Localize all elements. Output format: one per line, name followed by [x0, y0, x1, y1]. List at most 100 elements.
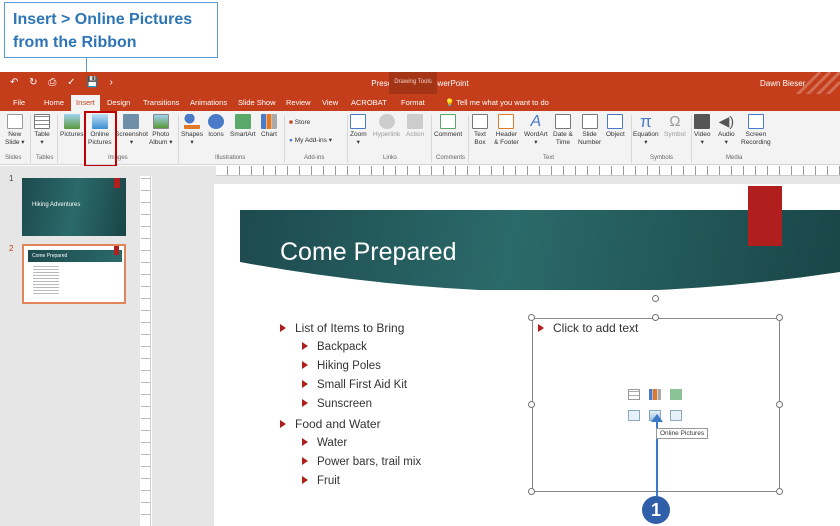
tab-transitions[interactable]: Transitions	[143, 98, 179, 107]
screenshot-button[interactable]: Screenshot ▾	[115, 114, 148, 147]
tab-view[interactable]: View	[322, 98, 338, 107]
store-button[interactable]: ■ Store	[289, 119, 310, 127]
title-bar: ↶ ↻ ⎙ ✓ 💾 › Presentation5 - PowerPoint D…	[0, 72, 840, 112]
tab-slide-show[interactable]: Slide Show	[238, 98, 276, 107]
bullet-item: Sunscreen	[302, 398, 372, 410]
insert-smartart-icon[interactable]	[670, 389, 682, 400]
bullet-item: Water	[302, 437, 347, 449]
film-icon	[694, 114, 711, 129]
group-addins: Add-ins	[304, 155, 325, 161]
slide-number-button[interactable]: Slide Number	[578, 114, 601, 147]
bullet-arrow-icon	[302, 399, 308, 407]
my-addins-button[interactable]: ● My Add-ins ▾	[289, 137, 332, 145]
equation-button[interactable]: π Equation ▾	[633, 112, 659, 147]
wordart-icon: A	[530, 113, 542, 130]
bullet-item: Backpack	[302, 341, 367, 353]
group-links: Links	[383, 155, 398, 161]
date-time-button[interactable]: Date & Time	[553, 114, 573, 147]
icons-button[interactable]: Icons	[208, 114, 224, 139]
pi-icon: π	[639, 112, 652, 131]
vertical-ruler	[141, 176, 151, 526]
bullet-arrow-icon	[302, 476, 308, 484]
bullet-item: Small First Aid Kit	[302, 379, 407, 391]
zoom-icon	[350, 114, 367, 129]
tell-me-search[interactable]: 💡 Tell me what you want to do	[445, 98, 549, 107]
action-button[interactable]: Action	[406, 114, 424, 139]
header-footer-button[interactable]: Header & Footer	[494, 114, 519, 147]
slide-thumbnail-2[interactable]: Come Prepared	[22, 244, 126, 304]
tab-file[interactable]: File	[13, 98, 25, 107]
resize-handle[interactable]	[776, 314, 783, 321]
insert-table-icon[interactable]	[628, 389, 640, 400]
table-button[interactable]: Table ▾	[34, 114, 50, 147]
smartart-button[interactable]: SmartArt	[230, 114, 256, 139]
star-icon	[407, 114, 424, 129]
omega-icon: Ω	[669, 113, 681, 130]
horizontal-ruler	[216, 166, 840, 176]
tab-home[interactable]: Home	[44, 98, 64, 107]
wordart-button[interactable]: A WordArt ▾	[524, 114, 548, 147]
new-slide-button[interactable]: New Slide ▾	[5, 114, 25, 147]
bullet-arrow-icon	[302, 361, 308, 369]
resize-handle[interactable]	[528, 401, 535, 408]
instruction-callout: Insert > Online Pictures from the Ribbon	[4, 2, 218, 58]
slide-thumbnail-pane: 1 Hiking Adventures 2 Come Prepared	[0, 166, 140, 526]
bullet-item: List of Items to Bring	[280, 321, 404, 335]
insert-video-icon[interactable]	[670, 410, 682, 421]
audio-button[interactable]: ◀) Audio ▾	[718, 114, 735, 147]
tell-me-label: Tell me what you want to do	[456, 98, 549, 107]
object-button[interactable]: Object	[606, 114, 625, 139]
slide-thumbnail-1[interactable]: Hiking Adventures	[22, 178, 126, 236]
thumbnail-title-1: Hiking Adventures	[32, 202, 81, 208]
hyperlink-button[interactable]: Hyperlink	[373, 114, 400, 139]
pictures-icon	[63, 114, 80, 129]
symbol-button[interactable]: Ω Symbol	[664, 114, 686, 139]
resize-handle[interactable]	[776, 401, 783, 408]
tab-review[interactable]: Review	[286, 98, 311, 107]
online-pictures-highlight	[84, 111, 117, 167]
bullet-item: Fruit	[302, 475, 340, 487]
online-pictures-tooltip: Online Pictures	[656, 428, 709, 439]
calendar-icon	[554, 114, 571, 129]
object-icon	[607, 114, 624, 129]
rotate-handle[interactable]	[652, 295, 659, 302]
screen-recording-icon	[747, 114, 764, 129]
thumbnail-number-2: 2	[9, 244, 14, 253]
chart-button[interactable]: Chart	[261, 114, 277, 139]
tab-format[interactable]: Format	[401, 98, 425, 107]
bullet-arrow-icon	[538, 324, 544, 332]
shapes-button[interactable]: Shapes ▾	[181, 114, 203, 147]
tab-animations[interactable]: Animations	[190, 98, 227, 107]
zoom-button[interactable]: Zoom ▾	[350, 114, 367, 147]
globe-icon	[378, 114, 395, 129]
group-text: Text	[543, 155, 555, 161]
thumbnail-title-2: Come Prepared	[32, 253, 68, 259]
comment-button[interactable]: Comment	[434, 114, 462, 139]
header-footer-icon	[498, 114, 515, 129]
resize-handle[interactable]	[776, 488, 783, 495]
insert-chart-icon[interactable]	[649, 389, 661, 400]
photo-album-button[interactable]: Photo Album ▾	[149, 114, 173, 147]
video-button[interactable]: Video ▾	[694, 114, 711, 147]
placeholder-prompt[interactable]: Click to add text	[538, 321, 638, 335]
slide-title[interactable]: Come Prepared	[280, 238, 456, 267]
tab-acrobat[interactable]: ACROBAT	[351, 98, 387, 107]
pictures-button[interactable]: Pictures	[60, 114, 83, 139]
bullet-arrow-icon	[302, 380, 308, 388]
text-box-button[interactable]: Text Box	[472, 114, 488, 147]
comment-icon	[440, 114, 457, 129]
resize-handle[interactable]	[652, 314, 659, 321]
resize-handle[interactable]	[528, 314, 535, 321]
bullet-arrow-icon	[302, 457, 308, 465]
text-box-icon	[472, 114, 488, 129]
bullet-arrow-icon	[302, 438, 308, 446]
tab-design[interactable]: Design	[107, 98, 130, 107]
group-comments: Comments	[436, 155, 466, 161]
insert-picture-icon[interactable]	[628, 410, 640, 421]
thumbnail-number-1: 1	[9, 174, 14, 183]
resize-handle[interactable]	[528, 488, 535, 495]
screen-recording-button[interactable]: Screen Recording	[741, 114, 771, 147]
tab-insert[interactable]: Insert	[71, 95, 100, 111]
group-slides: Slides	[5, 155, 22, 161]
ribbon-tabs: File Home Insert Design Transitions Anim…	[0, 94, 840, 111]
